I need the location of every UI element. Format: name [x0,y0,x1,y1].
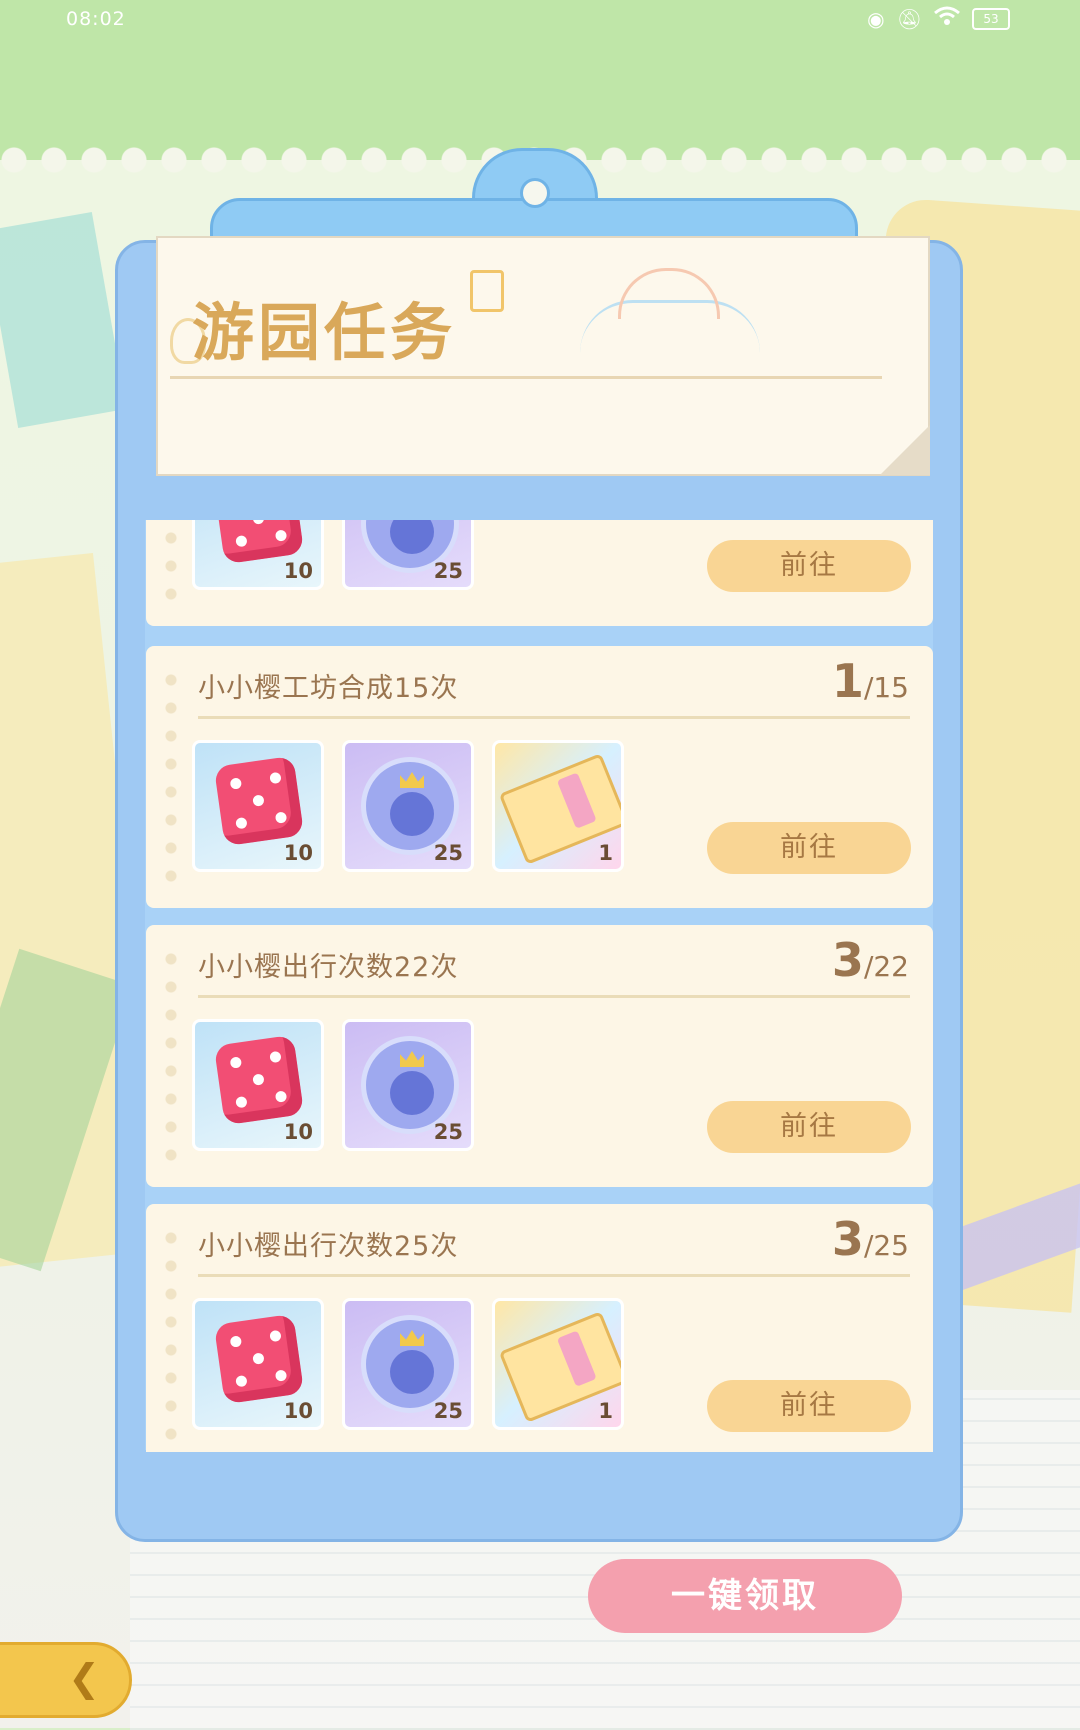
progress-current: 1 [831,654,864,708]
progress-current: 3 [831,933,864,987]
reward-ticket: 1 [492,740,624,872]
reward-count: 10 [283,841,313,865]
task-card: 10 25 前往 [146,520,933,626]
progress-total: /22 [863,950,909,983]
task-progress: 3/25 [832,1212,909,1266]
reward-coin: 25 [342,740,474,872]
notebook-holes [164,520,178,614]
task-title: 小小樱工坊合成15次 [198,673,459,704]
doodle-mark-icon [470,270,504,312]
reward-count: 1 [598,1399,613,1423]
reward-coin: 25 [342,1019,474,1151]
battery-icon: 53 [972,7,1010,30]
wifi-icon [934,6,960,31]
card-divider [198,716,910,719]
task-list[interactable]: 10 25 前往 小小樱工坊合成15次 1/15 10 25 1 前往 小小樱出… [146,520,933,1452]
eye-icon: ◉ [867,6,885,31]
reward-count: 25 [433,559,463,583]
page-title: 游园任务 [192,296,457,369]
reward-count: 25 [433,841,463,865]
task-card: 小小樱出行次数25次 3/25 10 25 1 前往 [146,1204,933,1452]
progress-total: /15 [863,671,909,704]
reward-count: 10 [283,559,313,583]
progress-total: /25 [863,1229,909,1262]
go-button[interactable]: 前往 [707,1101,911,1153]
reward-coin: 25 [342,1298,474,1430]
reward-dice: 10 [192,1019,324,1151]
reward-coin: 25 [342,520,474,590]
task-progress: 1/15 [832,654,909,708]
card-divider [198,1274,910,1277]
clip-hole [520,178,550,208]
progress-current: 3 [831,1212,864,1266]
dice-icon [213,520,305,565]
task-title: 小小樱出行次数25次 [198,1231,459,1262]
card-divider [198,995,910,998]
notepad-line [170,376,882,379]
reward-dice: 10 [192,520,324,590]
status-icons: ◉ 🔕︎ 53 [867,6,1010,31]
bell-muted-icon: 🔕︎ [896,6,922,31]
reward-count: 10 [283,1399,313,1423]
go-button[interactable]: 前往 [707,1380,911,1432]
reward-count: 25 [433,1399,463,1423]
notebook-holes [164,945,178,1175]
dice-icon [213,1313,305,1405]
go-button[interactable]: 前往 [707,822,911,874]
reward-count: 10 [283,1120,313,1144]
back-arrow-icon[interactable]: ❮ [62,1656,106,1700]
notebook-holes [164,1224,178,1452]
reward-dice: 10 [192,740,324,872]
go-button[interactable]: 前往 [707,540,911,592]
reward-count: 25 [433,1120,463,1144]
status-time: 08:02 [66,8,126,30]
reward-ticket: 1 [492,1298,624,1430]
task-card: 小小樱出行次数22次 3/22 10 25 前往 [146,925,933,1187]
claim-all-button[interactable]: 一键领取 [588,1559,902,1633]
task-progress: 3/22 [832,933,909,987]
reward-dice: 10 [192,1298,324,1430]
dice-icon [213,1034,305,1126]
dice-icon [213,755,305,847]
notebook-holes [164,666,178,896]
task-title: 小小樱出行次数22次 [198,952,459,983]
task-card: 小小樱工坊合成15次 1/15 10 25 1 前往 [146,646,933,908]
reward-count: 1 [598,841,613,865]
